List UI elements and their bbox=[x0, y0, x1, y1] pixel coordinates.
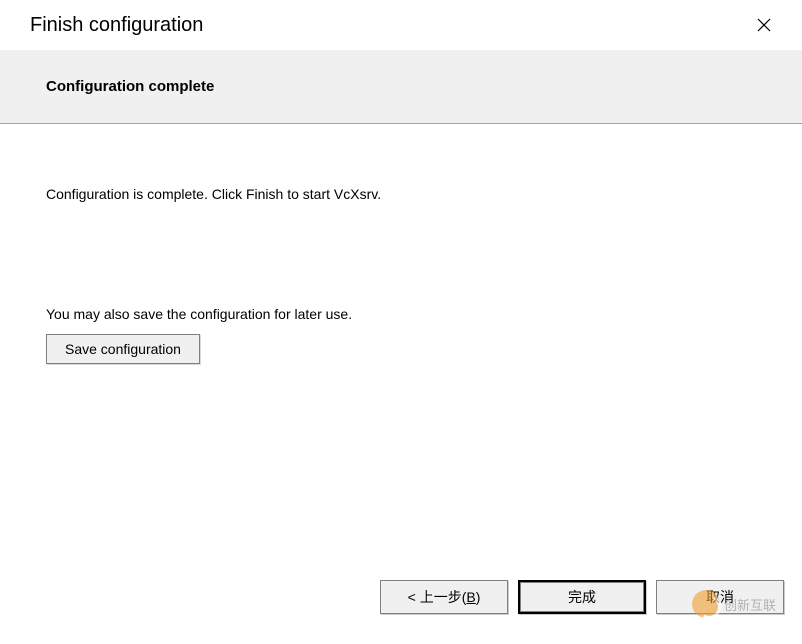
cancel-button[interactable]: 取消 bbox=[656, 580, 784, 614]
wizard-content: Configuration is complete. Click Finish … bbox=[0, 124, 802, 384]
wizard-button-bar: < 上一步(B) 完成 取消 bbox=[380, 580, 784, 614]
window-title: Finish configuration bbox=[30, 14, 203, 37]
close-button[interactable] bbox=[744, 10, 784, 40]
back-button[interactable]: < 上一步(B) bbox=[380, 580, 508, 614]
save-configuration-button[interactable]: Save configuration bbox=[46, 334, 200, 364]
save-prompt: You may also save the configuration for … bbox=[46, 306, 756, 322]
back-button-suffix: ) bbox=[476, 589, 481, 605]
back-button-hotkey: B bbox=[466, 589, 475, 605]
completion-message: Configuration is complete. Click Finish … bbox=[46, 186, 756, 202]
wizard-header: Configuration complete bbox=[0, 50, 802, 124]
finish-button[interactable]: 完成 bbox=[518, 580, 646, 614]
close-icon bbox=[757, 18, 771, 32]
wizard-header-title: Configuration complete bbox=[46, 78, 756, 95]
back-button-prefix: < 上一步( bbox=[408, 587, 467, 607]
